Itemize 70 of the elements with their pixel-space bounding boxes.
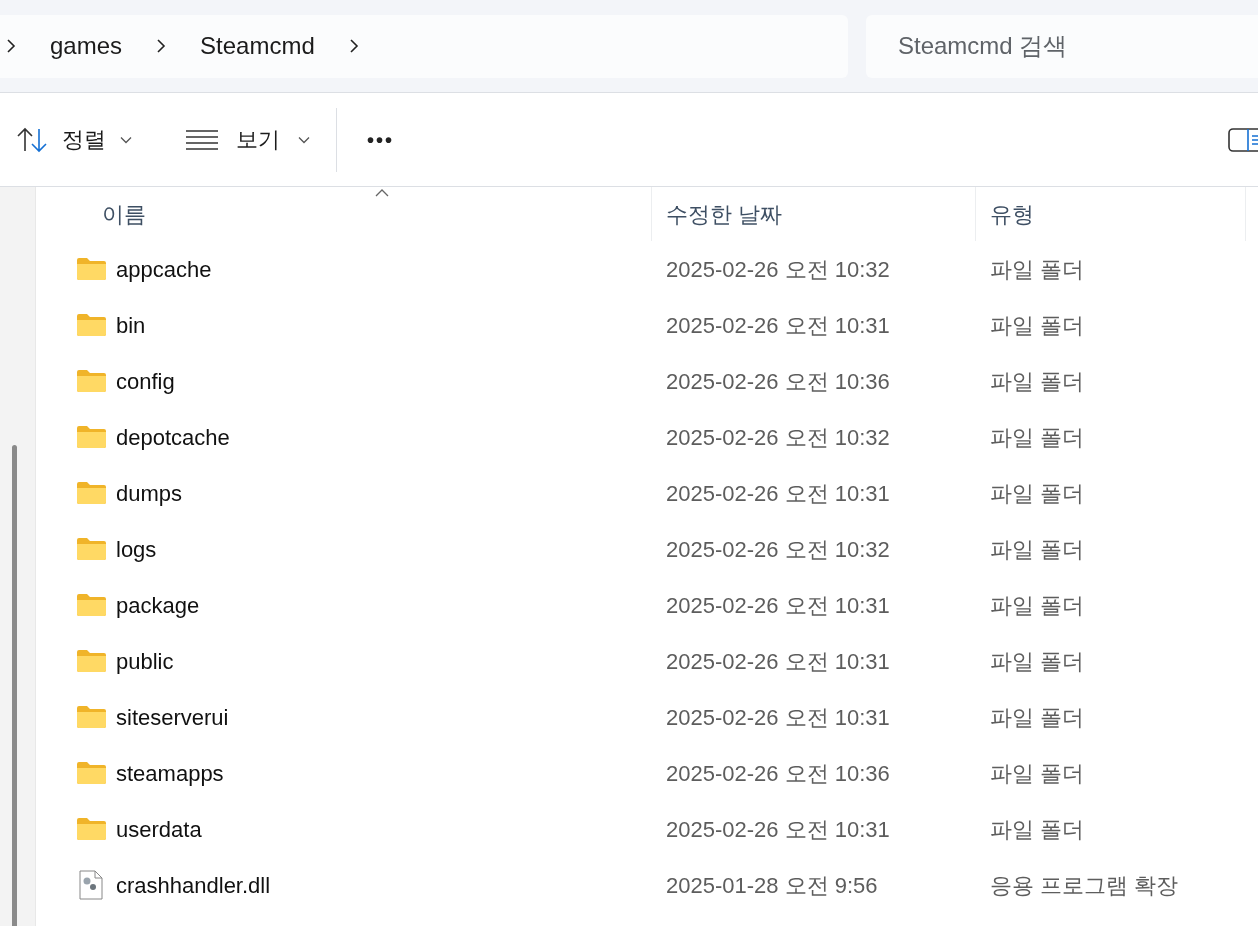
breadcrumb-item[interactable]: Steamcmd: [200, 28, 315, 64]
file-type: 파일 폴더: [990, 312, 1085, 338]
modified-date: 2025-02-26 오전 10:31: [666, 704, 890, 730]
modified-date: 2025-02-26 오전 10:31: [666, 592, 890, 618]
breadcrumb-bar[interactable]: games Steamcmd: [0, 14, 848, 78]
file-name[interactable]: appcache: [116, 252, 212, 286]
folder-icon: [76, 650, 106, 672]
column-header[interactable]: 이름: [38, 187, 652, 241]
file-type: 응용 프로그램 확장: [990, 872, 1179, 898]
file-name[interactable]: crashhandler.dll: [116, 868, 271, 902]
modified-date: 2025-02-26 오전 10:31: [666, 480, 890, 506]
file-name[interactable]: siteserverui: [116, 700, 229, 734]
sort-caret-icon: [375, 189, 390, 197]
file-type: 파일 폴더: [990, 424, 1085, 450]
sort-label: 정렬: [62, 126, 106, 154]
file-name[interactable]: userdata: [116, 812, 202, 846]
column-header[interactable]: 수정한 날짜: [652, 187, 976, 241]
file-type: 파일 폴더: [990, 592, 1085, 618]
file-type: 파일 폴더: [990, 256, 1085, 282]
file-type: 파일 폴더: [990, 536, 1085, 562]
modified-date: 2025-02-26 오전 10:31: [666, 816, 890, 842]
file-name[interactable]: package: [116, 588, 200, 622]
folder-icon: [76, 538, 106, 560]
folder-icon: [76, 818, 106, 840]
file-type: 파일 폴더: [990, 648, 1085, 674]
scrollbar-thumb[interactable]: [12, 445, 17, 926]
chevron-icon: [156, 38, 167, 54]
breadcrumb-item[interactable]: games: [50, 28, 123, 64]
details-pane-icon[interactable]: [1228, 127, 1258, 152]
file-type: 파일 폴더: [990, 704, 1085, 730]
modified-date: 2025-02-26 오전 10:36: [666, 368, 890, 394]
chevron-icon: [348, 38, 359, 54]
modified-date: 2025-02-26 오전 10:32: [666, 256, 890, 282]
file-type: 파일 폴더: [990, 816, 1085, 842]
chevron-icon: [6, 38, 16, 54]
folder-icon: [76, 370, 106, 392]
folder-icon: [76, 482, 106, 504]
file-type: 파일 폴더: [990, 760, 1085, 786]
view-label: 보기: [236, 126, 280, 154]
modified-date: 2025-02-26 오전 10:32: [666, 424, 890, 450]
folder-icon: [76, 258, 106, 280]
folder-icon: [76, 426, 106, 448]
modified-date: 2025-02-26 오전 10:31: [666, 312, 890, 338]
sort-button[interactable]: 정렬: [0, 123, 142, 156]
file-name[interactable]: depotcache: [116, 420, 230, 454]
folder-icon: [76, 762, 106, 784]
file-name[interactable]: steamapps: [116, 756, 224, 790]
view-button[interactable]: 보기: [186, 123, 336, 156]
caret-icon: [120, 135, 132, 144]
modified-date: 2025-02-26 오전 10:32: [666, 536, 890, 562]
modified-date: 2025-02-26 오전 10:31: [666, 648, 890, 674]
modified-date: 2025-02-26 오전 10:36: [666, 760, 890, 786]
more-button[interactable]: •••: [367, 124, 394, 155]
file-name[interactable]: config: [116, 364, 175, 398]
file-type: 파일 폴더: [990, 480, 1085, 506]
modified-date: 2025-01-28 오전 9:56: [666, 872, 878, 898]
folder-icon: [76, 706, 106, 728]
settings-file-icon: [79, 870, 103, 900]
caret-icon: [298, 135, 310, 144]
folder-icon: [76, 594, 106, 616]
list-icon: [186, 129, 218, 150]
file-name[interactable]: logs: [116, 532, 157, 566]
column-header[interactable]: 유형: [976, 187, 1246, 241]
file-name[interactable]: public: [116, 644, 174, 678]
file-type: 파일 폴더: [990, 368, 1085, 394]
file-name[interactable]: bin: [116, 308, 146, 342]
sort-icon: [16, 126, 48, 153]
folder-icon: [76, 314, 106, 336]
search-field[interactable]: Steamcmd 검색: [866, 14, 1258, 78]
file-name[interactable]: dumps: [116, 476, 183, 510]
